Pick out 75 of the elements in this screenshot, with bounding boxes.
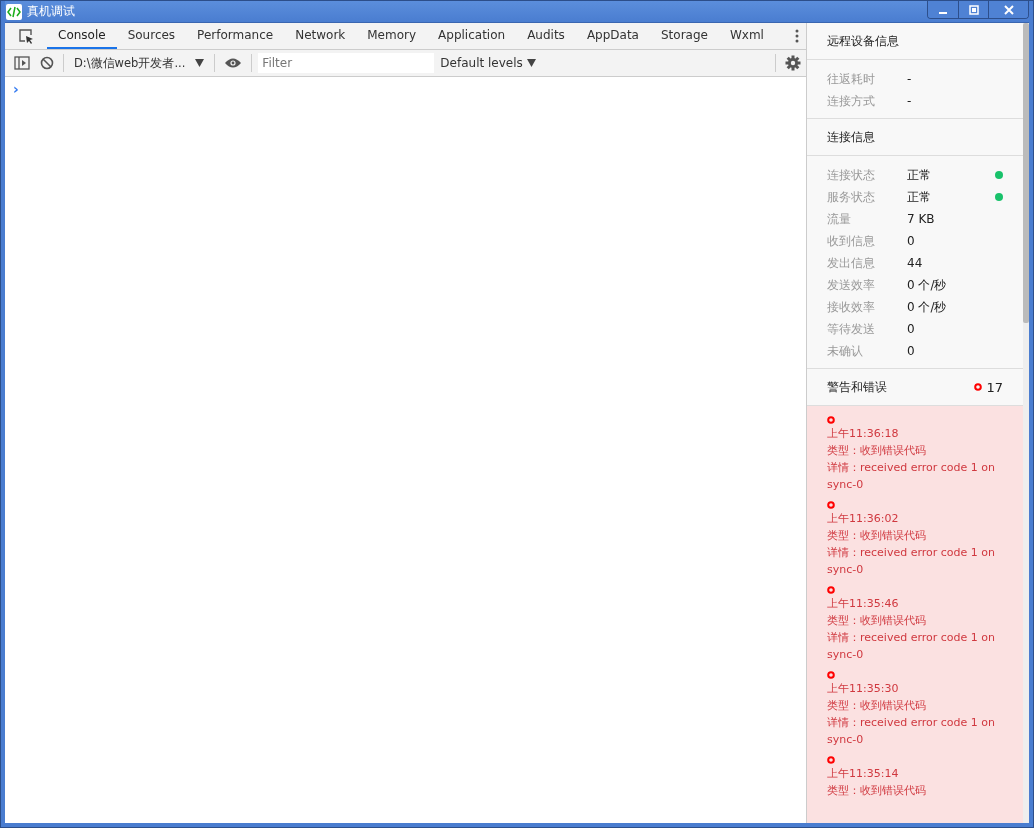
console-prompt: ›	[13, 81, 19, 97]
info-label: 发出信息	[827, 254, 876, 272]
close-button[interactable]	[988, 1, 1028, 18]
context-dropdown[interactable]: D:\微信web开发者...	[68, 55, 211, 71]
tab[interactable]: Performance	[186, 23, 285, 49]
error-count: 17	[986, 379, 1003, 395]
tab[interactable]: AppData	[575, 23, 650, 49]
error-icon	[974, 383, 983, 391]
error-icon	[827, 671, 835, 679]
tab[interactable]: Memory	[356, 23, 428, 49]
code-icon	[6, 3, 22, 20]
info-value: 44	[907, 256, 924, 270]
scrollbar-thumb[interactable]	[1023, 23, 1029, 323]
levels-dropdown[interactable]: Default levels	[434, 56, 542, 70]
more-icon[interactable]	[794, 29, 799, 43]
caret-icon	[195, 59, 205, 67]
error-type: 类型：收到错误代码	[827, 613, 927, 629]
inspect-icon[interactable]	[18, 28, 34, 44]
settings-icon[interactable]	[785, 55, 801, 71]
tab[interactable]: Sources	[116, 23, 187, 49]
info-value: 0	[907, 344, 916, 358]
error-time: 上午11:36:18	[827, 426, 900, 442]
error-icon	[827, 586, 835, 594]
minimize-icon	[939, 11, 947, 14]
error-icon	[827, 756, 835, 764]
info-label: 流量	[827, 210, 852, 228]
info-value: -	[907, 72, 913, 86]
info-label: 接收效率	[827, 298, 876, 316]
error-detail: 详情：received error code 1 on sync-0	[827, 460, 997, 493]
error-time: 上午11:36:02	[827, 511, 900, 527]
clear-icon[interactable]	[40, 56, 54, 70]
info-label: 未确认	[827, 342, 864, 360]
scrollbar[interactable]	[1023, 23, 1029, 823]
tab[interactable]: Wxml	[718, 23, 775, 49]
error-time: 上午11:35:30	[827, 681, 900, 697]
info-label: 等待发送	[827, 320, 876, 338]
error-time: 上午11:35:14	[827, 766, 900, 782]
info-label: 发送效率	[827, 276, 876, 294]
section-title: 警告和错误	[827, 378, 887, 396]
close-icon	[1002, 4, 1015, 15]
info-value: -	[907, 94, 913, 108]
filter-field[interactable]: Filter	[258, 53, 435, 73]
error-icon	[827, 501, 835, 509]
window-title: 真机调试	[27, 3, 75, 20]
maximize-icon	[968, 4, 979, 15]
info-value: 0	[907, 322, 916, 336]
error-type: 类型：收到错误代码	[827, 698, 927, 714]
tab[interactable]: Application	[427, 23, 517, 49]
info-value: 0 个/秒	[907, 298, 948, 316]
info-value: 正常	[907, 166, 932, 184]
info-label: 服务状态	[827, 188, 876, 206]
info-value: 0	[907, 234, 916, 248]
error-type: 类型：收到错误代码	[827, 443, 927, 459]
sidebar-toggle-icon[interactable]	[14, 56, 30, 70]
error-detail: 详情：received error code 1 on sync-0	[827, 630, 997, 663]
error-time: 上午11:35:46	[827, 596, 900, 612]
tab[interactable]: Network	[284, 23, 357, 49]
tab[interactable]: Audits	[516, 23, 576, 49]
eye-icon[interactable]	[224, 57, 243, 69]
info-value: 正常	[907, 188, 932, 206]
info-label: 往返耗时	[827, 70, 876, 88]
info-label: 连接状态	[827, 166, 876, 184]
info-label: 连接方式	[827, 92, 876, 110]
error-detail: 详情：received error code 1 on sync-0	[827, 545, 997, 578]
error-type: 类型：收到错误代码	[827, 528, 927, 544]
minimize-button[interactable]	[928, 1, 958, 18]
tab[interactable]: Storage	[650, 23, 719, 49]
error-detail: 详情：received error code 1 on sync-0	[827, 715, 997, 748]
info-label: 收到信息	[827, 232, 876, 250]
info-value: 7 KB	[907, 212, 936, 226]
caret-icon	[526, 59, 536, 67]
info-value: 0 个/秒	[907, 276, 948, 294]
error-type: 类型：收到错误代码	[827, 783, 927, 799]
maximize-button[interactable]	[958, 1, 988, 18]
error-icon	[827, 416, 835, 424]
